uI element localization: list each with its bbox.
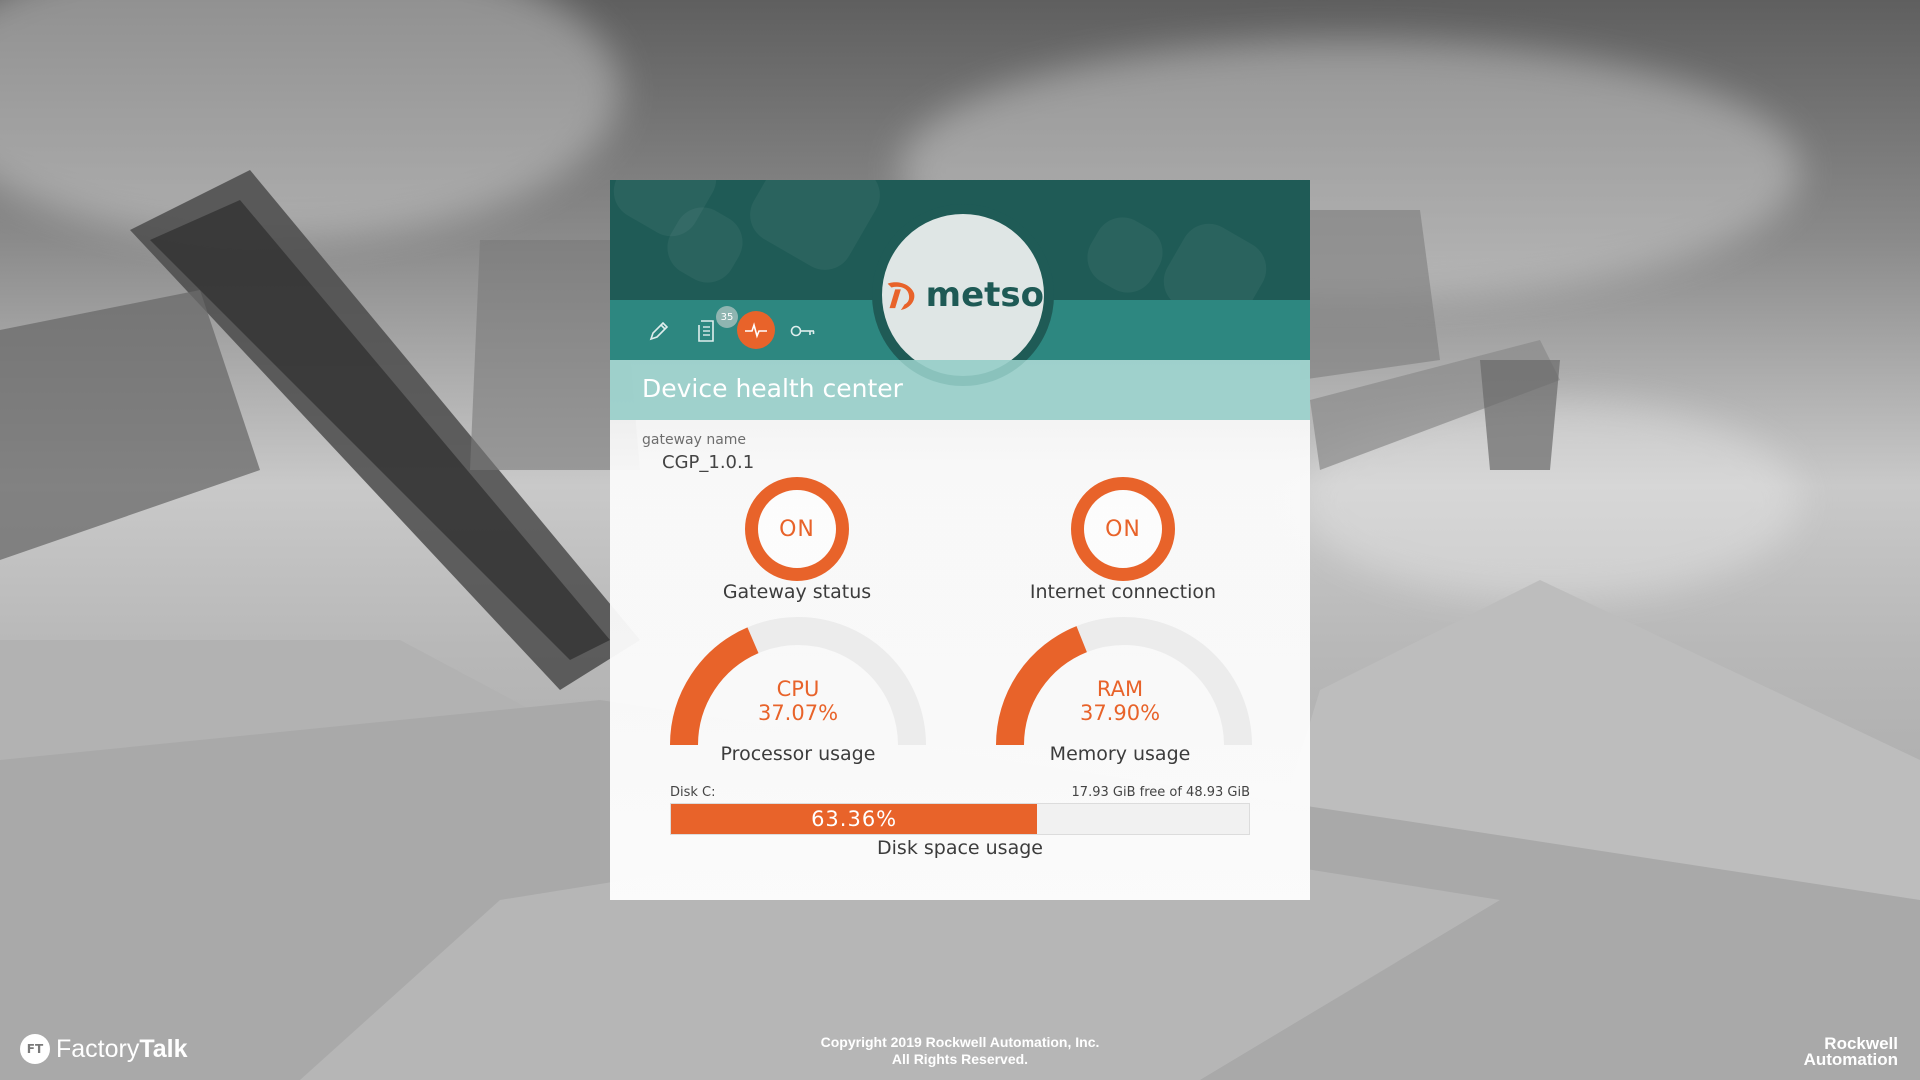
title-bar: Device health center [610, 360, 1310, 420]
disk-label: Disk C: [670, 785, 716, 800]
metso-mark-icon [887, 282, 915, 311]
internet-connection-caption: Internet connection [1029, 581, 1217, 603]
factorytalk-wordmark: FactoryTalk [56, 1034, 188, 1063]
cpu-gauge-title: CPU [776, 677, 820, 701]
copyright-notice: Copyright 2019 Rockwell Automation, Inc.… [760, 1034, 1160, 1068]
copyright-line-1: Copyright 2019 Rockwell Automation, Inc. [820, 1034, 1100, 1050]
ram-gauge-value: 37.90% [1079, 701, 1161, 725]
gateway-status-indicator: ON [745, 477, 849, 581]
gateway-name-value: CGP_1.0.1 [662, 452, 755, 473]
factorytalk-logo: FT FactoryTalk [20, 1034, 188, 1064]
disk-usage-caption: Disk space usage [877, 837, 1043, 859]
heartbeat-icon [745, 322, 767, 339]
gateway-name-label: gateway name [642, 432, 747, 448]
document-list-icon [698, 320, 714, 342]
cpu-gauge-caption: Processor usage [720, 743, 876, 765]
license-button[interactable] [786, 314, 820, 348]
ram-gauge-caption: Memory usage [1049, 743, 1191, 765]
key-icon [790, 325, 815, 337]
disk-free-text: 17.93 GiB free of 48.93 GiB [1071, 785, 1250, 800]
page-title: Device health center [642, 374, 903, 403]
copyright-line-2: All Rights Reserved. [891, 1051, 1029, 1067]
internet-connection-indicator: ON [1071, 477, 1175, 581]
cpu-gauge-value: 37.07% [757, 701, 839, 725]
rockwell-automation-logo: Rockwell Automation [1803, 1035, 1898, 1069]
health-button[interactable] [737, 311, 775, 349]
rockwell-logo-line-2: Automation [1803, 1050, 1898, 1069]
factorytalk-badge-icon: FT [20, 1034, 50, 1064]
disk-usage-percent: 63.36% [811, 807, 898, 831]
device-health-panel: 35 metso Device health center gateway na… [610, 180, 1310, 900]
logs-count-badge: 35 [716, 306, 738, 328]
edit-button[interactable] [642, 314, 676, 348]
ram-gauge-title: RAM [1096, 677, 1144, 701]
brand-name: metso [925, 275, 1044, 315]
pencil-icon [649, 321, 669, 341]
metso-logo: metso [872, 204, 1054, 386]
gateway-status-caption: Gateway status [722, 581, 872, 603]
disk-usage-bar: 63.36% [670, 803, 1250, 835]
